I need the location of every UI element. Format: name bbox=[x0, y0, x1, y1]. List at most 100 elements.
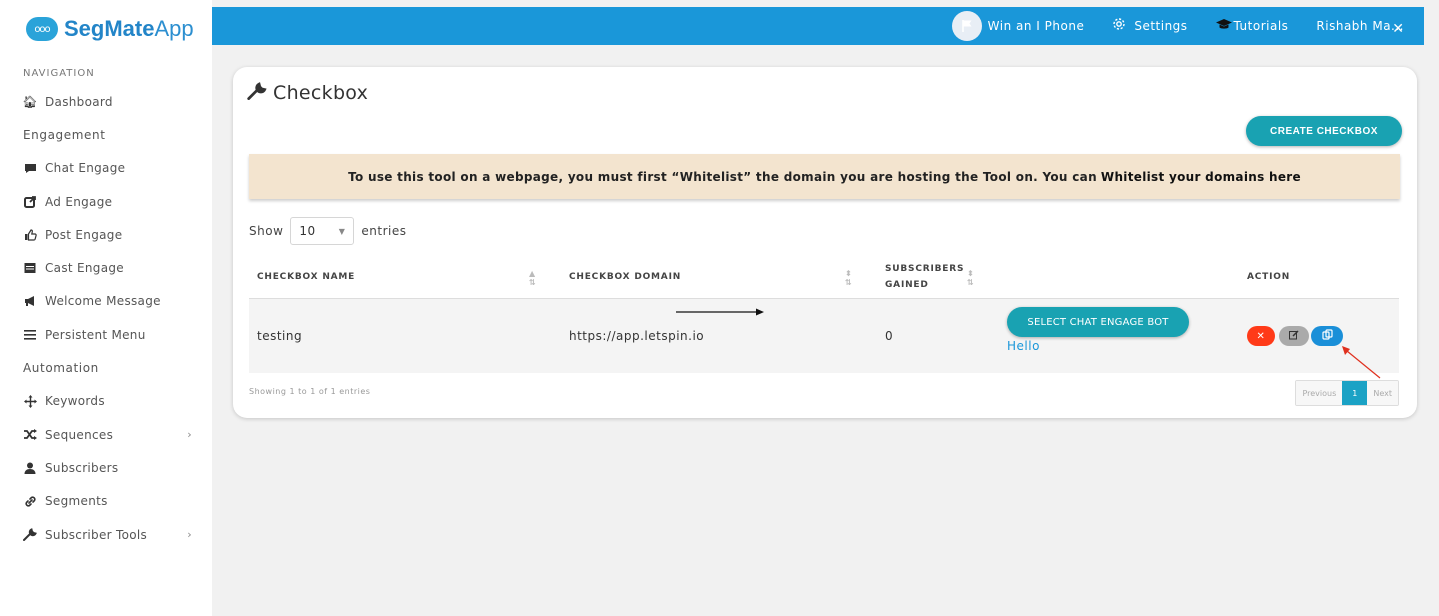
sidebar-item-ad-engage[interactable]: Ad Engage bbox=[0, 185, 212, 218]
cell-subscribers-gained: 0 bbox=[885, 329, 894, 343]
sidebar-item-keywords[interactable]: Keywords bbox=[0, 385, 212, 418]
arrows-icon bbox=[23, 394, 37, 408]
sidebar-item-label: Cast Engage bbox=[45, 261, 124, 276]
copy-icon bbox=[1321, 329, 1333, 343]
sidebar-item-cast-engage[interactable]: Cast Engage bbox=[0, 251, 212, 284]
tutorials-label: Tutorials bbox=[1233, 19, 1289, 33]
user-icon bbox=[23, 462, 37, 474]
column-header-action: ACTION bbox=[1247, 255, 1290, 299]
bot-name-text[interactable]: Hello bbox=[1007, 339, 1040, 353]
win-iphone-link[interactable]: Win an I Phone bbox=[951, 11, 1085, 41]
cell-checkbox-name: testing bbox=[257, 329, 303, 343]
sidebar-item-label: Keywords bbox=[45, 394, 105, 409]
edit-icon bbox=[1289, 329, 1299, 343]
entries-select[interactable]: 10 ▼ bbox=[290, 217, 355, 245]
brand-name-regular: App bbox=[154, 16, 194, 41]
sidebar-item-label: Chat Engage bbox=[45, 161, 126, 176]
link-icon bbox=[23, 495, 37, 508]
sidebar-item-label: Sequences bbox=[45, 427, 114, 442]
table-header: CHECKBOX NAME ▲ ⇅ CHECKBOX DOMAIN ⬍ ⇅ SUBS… bbox=[249, 255, 1399, 299]
column-header-label: CHECKBOX DOMAIN bbox=[569, 272, 682, 282]
table-row: testing https://app.letspin.io 0 SELECT … bbox=[249, 299, 1399, 373]
brand-name: SegMateApp bbox=[64, 16, 194, 42]
page-title: Checkbox bbox=[247, 81, 368, 105]
sidebar: ooo SegMateApp NAVIGATION 🏠︎ Dashboard E… bbox=[0, 0, 212, 616]
entries-label: entries bbox=[361, 224, 407, 238]
sort-icon[interactable]: ⬍ ⇅ bbox=[967, 269, 975, 287]
pagination: Previous 1 Next bbox=[1295, 380, 1399, 406]
sidebar-section-automation: Automation bbox=[0, 351, 212, 384]
user-menu[interactable]: Rishabh Ma... bbox=[1316, 19, 1404, 33]
nav-list: 🏠︎ Dashboard Engagement Chat Engage Ad E… bbox=[0, 85, 212, 551]
sidebar-item-sequences[interactable]: Sequences › bbox=[0, 418, 212, 451]
brand-logo-icon: ooo bbox=[26, 17, 58, 41]
sidebar-item-label: Welcome Message bbox=[45, 294, 161, 309]
column-header-subscribers-gained[interactable]: SUBSCRIBERS GAINED bbox=[885, 255, 964, 299]
brand-name-bold: SegMate bbox=[64, 16, 155, 41]
home-icon: 🏠︎ bbox=[22, 94, 38, 109]
whitelist-domains-link[interactable]: Whitelist your domains here bbox=[1101, 170, 1301, 184]
chevron-down-icon: ▼ bbox=[338, 226, 346, 236]
column-header-checkbox-domain[interactable]: CHECKBOX DOMAIN bbox=[569, 255, 681, 299]
delete-button[interactable]: ✕ bbox=[1247, 326, 1275, 346]
entries-select-value: 10 bbox=[299, 224, 316, 238]
create-checkbox-button[interactable]: CREATE CHECKBOX bbox=[1246, 116, 1402, 146]
entries-length-control: Show 10 ▼ entries bbox=[249, 217, 407, 245]
column-header-label: SUBSCRIBERS bbox=[885, 264, 965, 274]
chevron-right-icon: › bbox=[187, 528, 192, 541]
megaphone-icon bbox=[23, 295, 37, 307]
sidebar-item-persistent-menu[interactable]: Persistent Menu bbox=[0, 318, 212, 351]
sort-asc-icon[interactable]: ▲ ⇅ bbox=[529, 269, 537, 287]
shuffle-icon bbox=[23, 429, 37, 441]
alert-text: To use this tool on a webpage, you must … bbox=[348, 169, 1097, 184]
sidebar-section-label: Automation bbox=[23, 361, 99, 376]
sidebar-item-dashboard[interactable]: 🏠︎ Dashboard bbox=[0, 85, 212, 118]
sidebar-item-label: Segments bbox=[45, 494, 108, 509]
nav-heading: NAVIGATION bbox=[23, 68, 95, 79]
show-label: Show bbox=[249, 224, 284, 238]
close-icon: ✕ bbox=[1256, 330, 1266, 342]
topbar: Win an I Phone Settings Tutorials Rishab… bbox=[212, 7, 1424, 45]
column-header-label: ACTION bbox=[1247, 272, 1291, 282]
pagination-page[interactable]: 1 bbox=[1342, 381, 1368, 405]
sort-icon[interactable]: ⬍ ⇅ bbox=[845, 269, 853, 287]
pagination-next[interactable]: Next bbox=[1367, 381, 1398, 405]
sidebar-item-label: Ad Engage bbox=[45, 194, 113, 209]
cell-checkbox-domain: https://app.letspin.io bbox=[569, 329, 705, 343]
sidebar-section-engagement: Engagement bbox=[0, 118, 212, 151]
thumbs-up-icon bbox=[23, 229, 37, 241]
sidebar-item-subscribers[interactable]: Subscribers bbox=[0, 451, 212, 484]
select-chat-engage-bot-button[interactable]: SELECT CHAT ENGAGE BOT bbox=[1007, 307, 1189, 337]
copy-button[interactable] bbox=[1311, 326, 1343, 346]
settings-link[interactable]: Settings bbox=[1112, 17, 1187, 35]
gear-icon bbox=[1112, 17, 1126, 35]
pagination-previous[interactable]: Previous bbox=[1296, 381, 1343, 405]
sidebar-item-label: Persistent Menu bbox=[45, 327, 146, 342]
chat-bubble-icon bbox=[23, 163, 37, 174]
chevron-right-icon: › bbox=[187, 428, 192, 442]
sidebar-item-label: Subscribers bbox=[45, 460, 119, 475]
flag-icon bbox=[951, 11, 982, 41]
sidebar-item-welcome-message[interactable]: Welcome Message bbox=[0, 285, 212, 318]
sidebar-section-label: Engagement bbox=[23, 127, 106, 142]
wrench-icon bbox=[23, 528, 37, 541]
tutorials-link[interactable]: Tutorials bbox=[1215, 18, 1289, 34]
sidebar-item-chat-engage[interactable]: Chat Engage bbox=[0, 152, 212, 185]
column-header-checkbox-name[interactable]: CHECKBOX NAME bbox=[257, 255, 355, 299]
win-iphone-label: Win an I Phone bbox=[987, 19, 1085, 33]
column-header-label: GAINED bbox=[885, 280, 929, 290]
checkbox-card: Checkbox CREATE CHECKBOX To use this too… bbox=[233, 67, 1417, 418]
sidebar-item-post-engage[interactable]: Post Engage bbox=[0, 218, 212, 251]
sidebar-item-subscriber-tools[interactable]: Subscriber Tools › bbox=[0, 518, 212, 551]
whitelist-alert: To use this tool on a webpage, you must … bbox=[249, 154, 1400, 199]
share-icon bbox=[23, 195, 37, 208]
edit-button[interactable] bbox=[1279, 326, 1309, 346]
page-title-text: Checkbox bbox=[273, 82, 369, 104]
close-icon[interactable]: ✕ bbox=[1392, 21, 1404, 37]
table-info: Showing 1 to 1 of 1 entries bbox=[249, 387, 371, 396]
bars-icon bbox=[23, 329, 37, 340]
wrench-icon bbox=[247, 81, 267, 105]
sidebar-item-segments[interactable]: Segments bbox=[0, 485, 212, 518]
brand[interactable]: ooo SegMateApp bbox=[0, 0, 212, 58]
sidebar-item-label: Subscriber Tools bbox=[45, 527, 148, 542]
